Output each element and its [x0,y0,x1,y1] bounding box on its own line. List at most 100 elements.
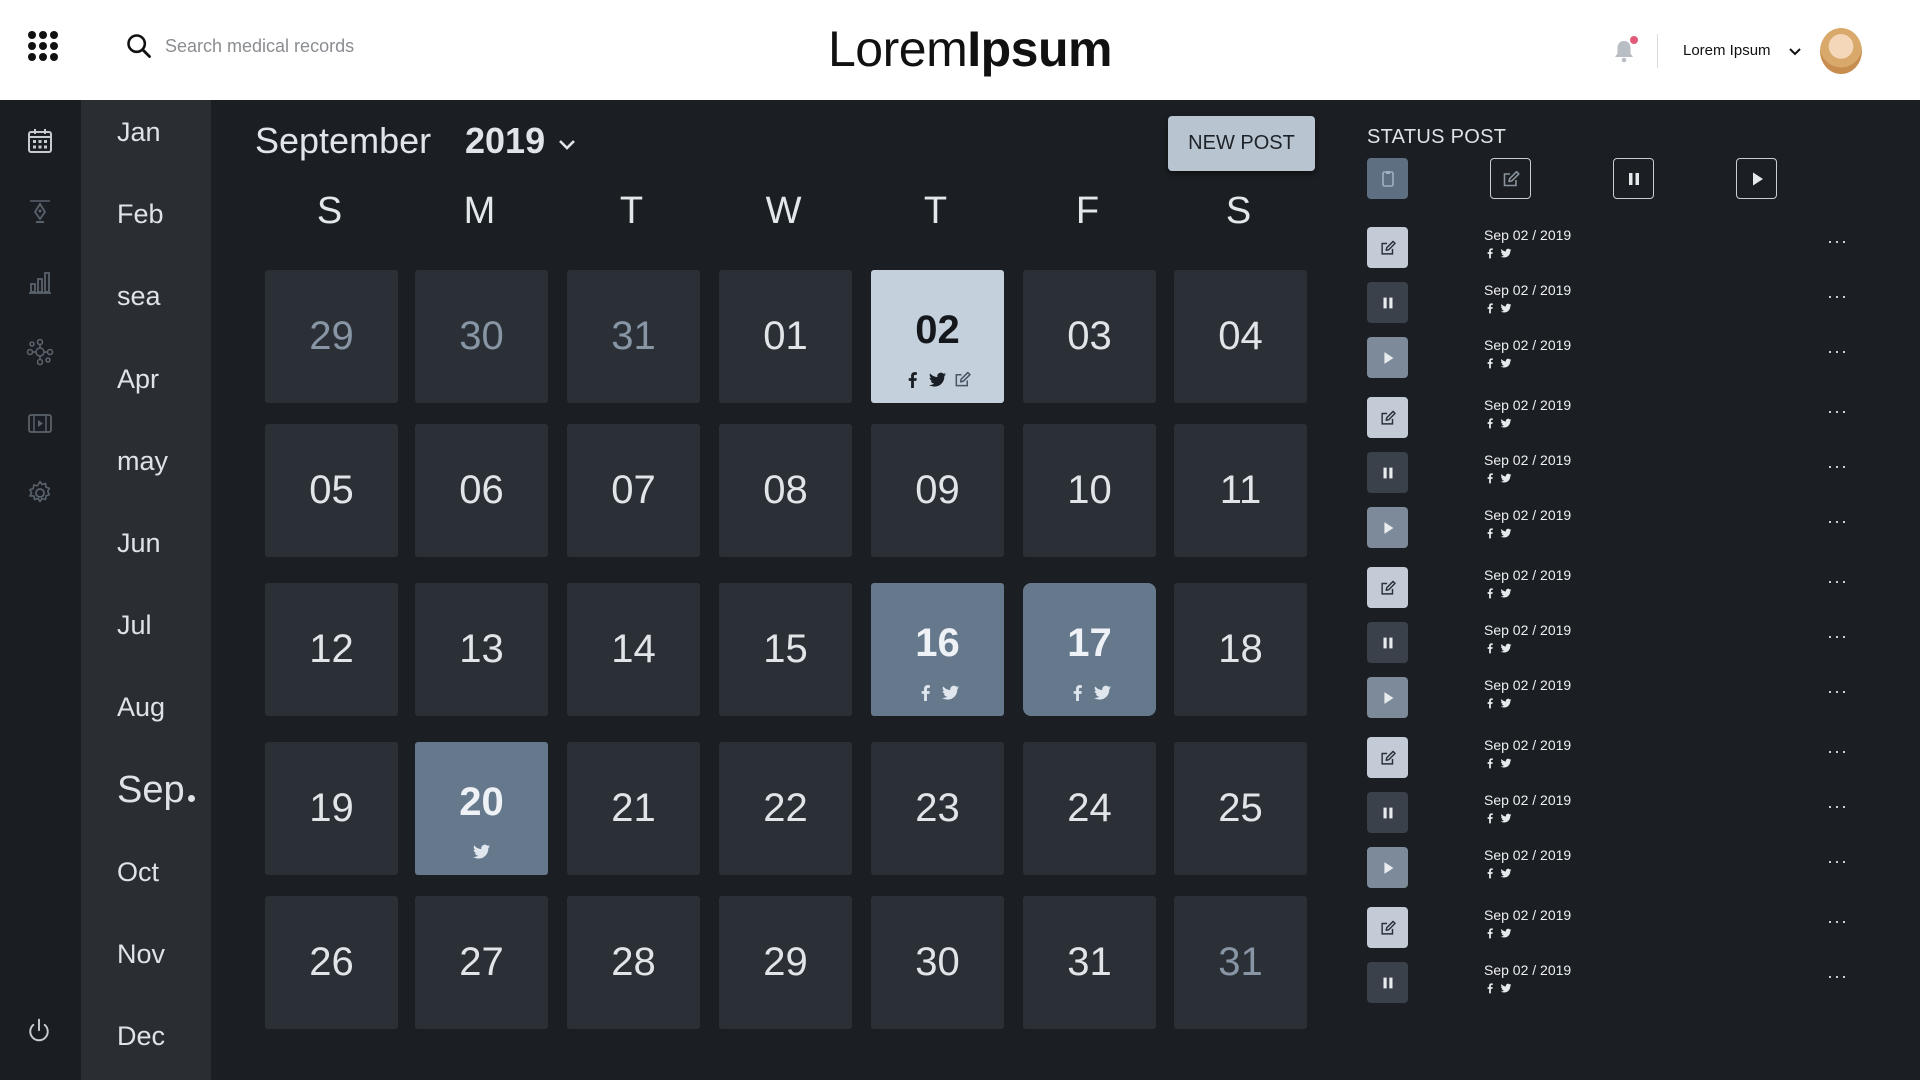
month-item-dec[interactable]: Dec [117,1021,165,1052]
month-item-nov[interactable]: Nov [117,939,165,970]
status-filter-clipboard-button[interactable] [1367,158,1408,199]
more-options-button[interactable]: ··· [1827,511,1848,532]
calendar-day[interactable]: 16 [871,583,1004,716]
pen-tool-icon[interactable] [26,197,54,225]
calendar-day[interactable]: 05 [265,424,398,557]
status-filter-edit-button[interactable] [1490,158,1531,199]
calendar-day[interactable]: 13 [415,583,548,716]
calendar-day[interactable]: 24 [1023,742,1156,875]
calendar-day[interactable]: 12 [265,583,398,716]
month-item-oct[interactable]: Oct [117,857,159,888]
calendar-day[interactable]: 30 [415,270,548,403]
calendar-day[interactable]: 09 [871,424,1004,557]
calendar-day[interactable]: 10 [1023,424,1156,557]
notification-bell-icon[interactable] [1612,36,1638,64]
divider [1657,34,1658,68]
chevron-down-icon[interactable] [1787,44,1803,60]
status-play-button[interactable] [1367,677,1408,718]
video-icon[interactable] [26,409,54,437]
power-icon[interactable] [25,1017,57,1049]
more-options-button[interactable]: ··· [1827,341,1848,362]
status-play-button[interactable] [1367,337,1408,378]
calendar-day[interactable]: 31 [567,270,700,403]
month-item-may[interactable]: may [117,446,168,477]
edit-icon [953,370,972,394]
more-options-button[interactable]: ··· [1827,456,1848,477]
status-edit-button[interactable] [1367,907,1408,948]
calendar-day[interactable]: 20 [415,742,548,875]
calendar-day[interactable]: 26 [265,896,398,1029]
calendar-day[interactable]: 11 [1174,424,1307,557]
month-item-aug[interactable]: Aug [117,692,165,723]
bar-chart-icon[interactable] [26,268,54,296]
month-item-sea[interactable]: sea [117,281,161,312]
apps-grid-icon[interactable] [28,31,58,61]
status-filter-play-button[interactable] [1736,158,1777,199]
calendar-day[interactable]: 06 [415,424,548,557]
calendar-day[interactable]: 03 [1023,270,1156,403]
calendar-day[interactable]: 31 [1023,896,1156,1029]
calendar-icon[interactable] [26,127,54,155]
calendar-year-selector[interactable]: 2019 [465,120,545,162]
calendar-day[interactable]: 14 [567,583,700,716]
more-options-button[interactable]: ··· [1827,966,1848,987]
calendar-day[interactable]: 17 [1023,583,1156,716]
calendar-day[interactable]: 29 [265,270,398,403]
more-options-button[interactable]: ··· [1827,741,1848,762]
status-pause-button[interactable] [1367,962,1408,1003]
status-pause-button[interactable] [1367,622,1408,663]
new-post-button[interactable]: NEW POST [1168,116,1315,171]
status-edit-button[interactable] [1367,567,1408,608]
calendar-day[interactable]: 21 [567,742,700,875]
search-icon[interactable] [125,32,153,60]
month-item-feb[interactable]: Feb [117,199,164,230]
calendar-day[interactable]: 23 [871,742,1004,875]
status-pause-button[interactable] [1367,282,1408,323]
post-channels [1023,683,1156,707]
calendar-day[interactable]: 01 [719,270,852,403]
status-play-button[interactable] [1367,507,1408,548]
month-item-jul[interactable]: Jul [117,610,152,641]
more-options-button[interactable]: ··· [1827,231,1848,252]
status-edit-button[interactable] [1367,737,1408,778]
calendar-day[interactable]: 08 [719,424,852,557]
calendar-day[interactable]: 22 [719,742,852,875]
calendar-day[interactable]: 27 [415,896,548,1029]
status-edit-button[interactable] [1367,227,1408,268]
calendar-day-number: 17 [1067,621,1112,665]
month-item-jun[interactable]: Jun [117,528,161,559]
more-options-button[interactable]: ··· [1827,851,1848,872]
calendar-day[interactable]: 18 [1174,583,1307,716]
status-filter-pause-button[interactable] [1613,158,1654,199]
avatar[interactable] [1820,28,1862,74]
calendar-day[interactable]: 31 [1174,896,1307,1029]
status-pause-button[interactable] [1367,792,1408,833]
more-options-button[interactable]: ··· [1827,401,1848,422]
calendar-day[interactable]: 15 [719,583,852,716]
more-options-button[interactable]: ··· [1827,626,1848,647]
status-play-button[interactable] [1367,847,1408,888]
calendar-day[interactable]: 04 [1174,270,1307,403]
status-pause-button[interactable] [1367,452,1408,493]
month-item-apr[interactable]: Apr [117,364,159,395]
settings-gear-icon[interactable] [26,479,54,507]
more-options-button[interactable]: ··· [1827,796,1848,817]
more-options-button[interactable]: ··· [1827,286,1848,307]
month-item-sep[interactable]: Sep [117,769,185,812]
user-name[interactable]: Lorem Ipsum [1683,42,1771,59]
calendar-day[interactable]: 30 [871,896,1004,1029]
status-edit-button[interactable] [1367,397,1408,438]
calendar-day[interactable]: 25 [1174,742,1307,875]
calendar-day[interactable]: 28 [567,896,700,1029]
chevron-down-icon[interactable] [556,134,578,156]
more-options-button[interactable]: ··· [1827,911,1848,932]
search-input[interactable] [165,35,525,57]
calendar-day[interactable]: 29 [719,896,852,1029]
calendar-day[interactable]: 19 [265,742,398,875]
calendar-day[interactable]: 07 [567,424,700,557]
month-item-jan[interactable]: Jan [117,117,161,148]
network-icon[interactable] [26,338,54,366]
more-options-button[interactable]: ··· [1827,681,1848,702]
calendar-day[interactable]: 02 [871,270,1004,403]
more-options-button[interactable]: ··· [1827,571,1848,592]
